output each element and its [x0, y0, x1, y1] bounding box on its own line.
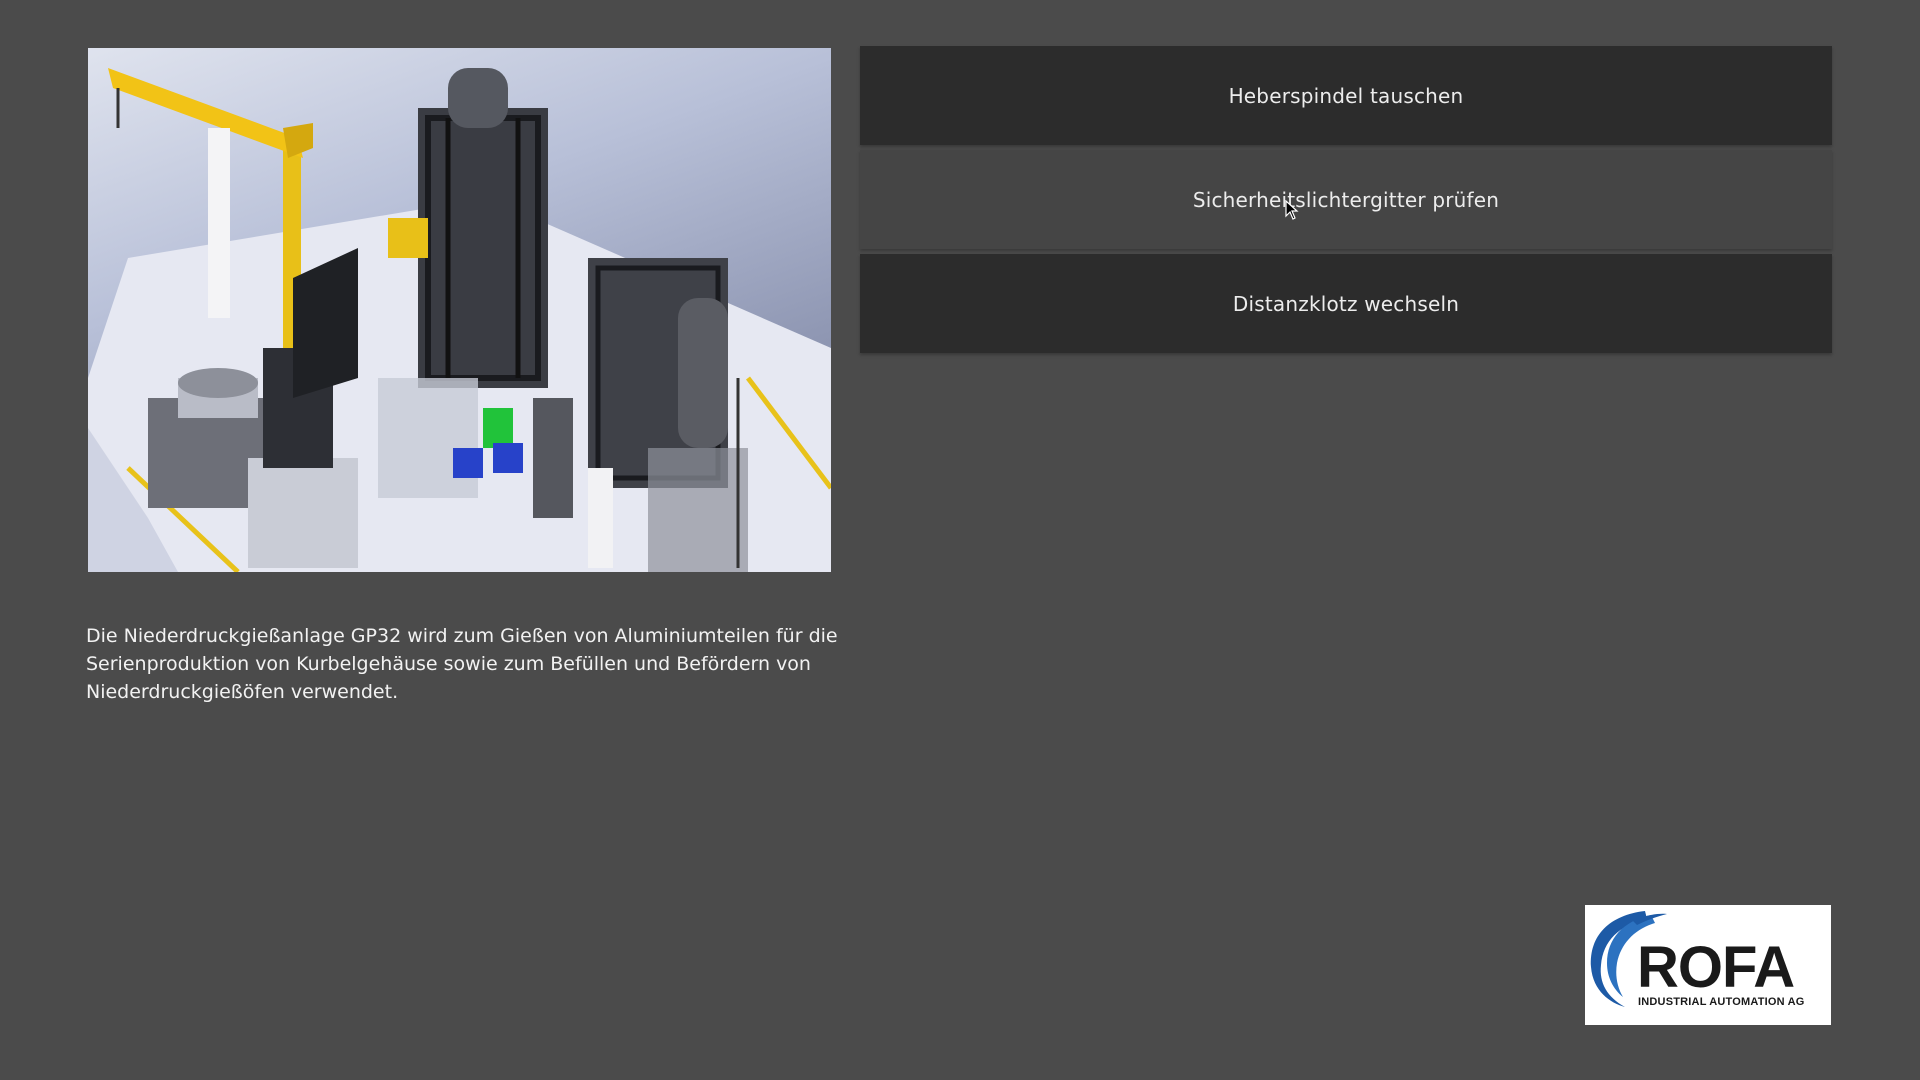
logo-wordmark: ROFA [1637, 935, 1795, 1000]
mouse-cursor-icon [1285, 200, 1299, 220]
heberspindel-tauschen-button[interactable]: Heberspindel tauschen [860, 46, 1832, 145]
action-list: Heberspindel tauschen Sicherheitslichter… [860, 46, 1832, 358]
sicherheitslichtergitter-pruefen-button[interactable]: Sicherheitslichtergitter prüfen [860, 150, 1832, 249]
rofa-logo: ROFA INDUSTRIAL AUTOMATION AG [1585, 905, 1831, 1025]
screen: Die Niederdruckgießanlage GP32 wird zum … [0, 0, 1920, 1080]
distanzklotz-wechseln-button[interactable]: Distanzklotz wechseln [860, 254, 1832, 353]
description-text: Die Niederdruckgießanlage GP32 wird zum … [86, 625, 838, 703]
logo-tagline: INDUSTRIAL AUTOMATION AG [1638, 996, 1805, 1008]
machine-image [88, 48, 831, 572]
